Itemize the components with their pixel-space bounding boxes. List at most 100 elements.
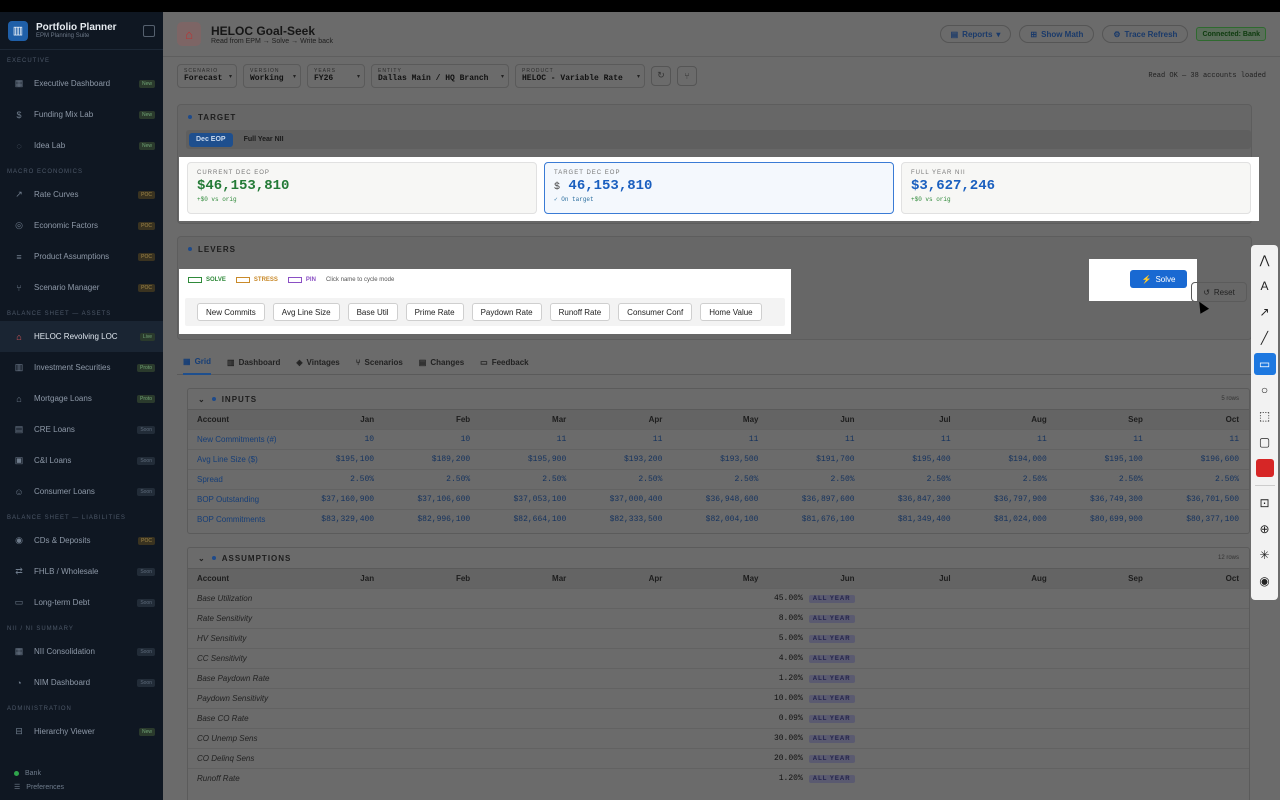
table-cell[interactable]: $80,699,900: [1056, 509, 1153, 530]
reports-button[interactable]: ▤ Reports ▾: [939, 25, 1012, 43]
sidebar-item-long-term-debt[interactable]: ▭ Long-term Debt Soon: [0, 587, 163, 618]
select-icon[interactable]: ⬚: [1254, 405, 1276, 427]
entity-select[interactable]: ENTITY Dallas Main / HQ Branch: [371, 63, 509, 88]
lever-base-util[interactable]: Base Util: [347, 303, 398, 321]
tab-vintages[interactable]: ◈ Vintages: [296, 349, 339, 375]
table-cell[interactable]: 30.00% ALL YEAR: [768, 728, 865, 749]
chevron-down-icon[interactable]: ⌄: [198, 554, 206, 563]
sidebar-item-nim-dashboard[interactable]: ◔ NIM Dashboard Soon: [0, 667, 163, 698]
capture-icon[interactable]: ⊡: [1254, 492, 1276, 514]
sidebar-item-rate-curves[interactable]: ↗ Rate Curves POC: [0, 179, 163, 210]
circle-icon[interactable]: ○: [1254, 379, 1276, 401]
sidebar-item-consumer-loans[interactable]: ☺ Consumer Loans Soon: [0, 476, 163, 507]
callout-icon[interactable]: ▢: [1254, 431, 1276, 453]
text-icon[interactable]: A: [1254, 275, 1276, 297]
lever-avg-line-size[interactable]: Avg Line Size: [272, 303, 340, 321]
chevron-down-icon[interactable]: ⌄: [198, 395, 206, 404]
table-cell[interactable]: $36,797,900: [960, 489, 1057, 510]
table-cell[interactable]: $193,500: [672, 449, 769, 470]
table-cell[interactable]: 11: [672, 429, 769, 450]
table-cell[interactable]: $37,053,100: [480, 489, 577, 510]
table-cell[interactable]: 11: [480, 429, 577, 450]
table-cell[interactable]: 5.00% ALL YEAR: [768, 628, 865, 649]
sidebar-item-executive-dashboard[interactable]: ▦ Executive Dashboard New: [0, 68, 163, 99]
table-cell[interactable]: $82,996,100: [384, 509, 481, 530]
sidebar-item-funding-mix-lab[interactable]: $ Funding Mix Lab New: [0, 99, 163, 130]
table-cell[interactable]: $37,000,400: [576, 489, 673, 510]
lever-prime-rate[interactable]: Prime Rate: [405, 303, 464, 321]
refresh-icon[interactable]: ↻: [651, 65, 671, 86]
sidebar-item-product-assumptions[interactable]: ≡ Product Assumptions POC: [0, 241, 163, 272]
table-cell[interactable]: $36,701,500: [1152, 489, 1249, 510]
table-cell[interactable]: 10.00% ALL YEAR: [768, 688, 865, 709]
target-value-input[interactable]: 46,153,810: [568, 178, 652, 194]
table-cell[interactable]: 11: [768, 429, 865, 450]
tab-scenarios[interactable]: ⑂ Scenarios: [356, 349, 403, 375]
lever-runoff-rate[interactable]: Runoff Rate: [549, 303, 611, 321]
table-cell[interactable]: $195,100: [1056, 449, 1153, 470]
table-cell[interactable]: 45.00% ALL YEAR: [768, 588, 865, 609]
lever-paydown-rate[interactable]: Paydown Rate: [471, 303, 542, 321]
table-cell[interactable]: $82,333,500: [576, 509, 673, 530]
version-select[interactable]: VERSION Working: [243, 63, 301, 88]
sidebar-item-cds-deposits[interactable]: ◉ CDs & Deposits POC: [0, 525, 163, 556]
table-cell[interactable]: 2.50%: [384, 469, 481, 490]
tab-dashboard[interactable]: ▥ Dashboard: [227, 349, 280, 375]
table-cell[interactable]: $37,106,600: [384, 489, 481, 510]
table-cell[interactable]: $80,377,100: [1152, 509, 1249, 530]
show-math-button[interactable]: ⊞ Show Math: [1019, 25, 1095, 43]
sidebar-item-fhlb-wholesale[interactable]: ⇄ FHLB / Wholesale Soon: [0, 556, 163, 587]
sidebar-item-hierarchy-viewer[interactable]: ⊟ Hierarchy Viewer New: [0, 716, 163, 747]
rectangle-icon[interactable]: ▭: [1253, 353, 1276, 375]
table-cell[interactable]: 2.50%: [1056, 469, 1153, 490]
table-cell[interactable]: $37,160,900: [288, 489, 385, 510]
tab-grid[interactable]: ▦ Grid: [183, 349, 212, 375]
table-cell[interactable]: 11: [864, 429, 961, 450]
target-dec-eop-card[interactable]: TARGET DEC EOP $ 46,153,810 ✓ On target: [544, 162, 894, 214]
sidebar-item-mortgage-loans[interactable]: ⌂ Mortgage Loans Proto: [0, 383, 163, 414]
line-icon[interactable]: ╱: [1254, 327, 1276, 349]
table-cell[interactable]: $81,349,400: [864, 509, 961, 530]
preferences-link[interactable]: ☰ Preferences: [14, 780, 149, 794]
table-cell[interactable]: $81,676,100: [768, 509, 865, 530]
sidebar-item-investment-securities[interactable]: ▥ Investment Securities Proto: [0, 352, 163, 383]
table-cell[interactable]: 2.50%: [672, 469, 769, 490]
branch-icon[interactable]: ⑂: [677, 65, 697, 86]
sidebar-item-cre-loans[interactable]: ▤ CRE Loans Soon: [0, 414, 163, 445]
table-cell[interactable]: 2.50%: [576, 469, 673, 490]
years-select[interactable]: YEARS FY26: [307, 63, 365, 88]
lever-home-value[interactable]: Home Value: [700, 303, 762, 321]
table-cell[interactable]: 4.00% ALL YEAR: [768, 648, 865, 669]
scenario-select[interactable]: SCENARIO Forecast: [177, 63, 237, 88]
table-cell[interactable]: $36,749,300: [1056, 489, 1153, 510]
collapse-sidebar-icon[interactable]: [143, 24, 155, 37]
sidebar-item-nii-consolidation[interactable]: ▦ NII Consolidation Soon: [0, 636, 163, 667]
sidebar-item-c-i-loans[interactable]: ▣ C&I Loans Soon: [0, 445, 163, 476]
table-cell[interactable]: $36,948,600: [672, 489, 769, 510]
table-cell[interactable]: $195,900: [480, 449, 577, 470]
sidebar-item-idea-lab[interactable]: ◌ Idea Lab New: [0, 130, 163, 161]
zoom-icon[interactable]: ⊕: [1254, 518, 1276, 540]
table-cell[interactable]: $189,200: [384, 449, 481, 470]
lever-new-commits[interactable]: New Commits: [197, 303, 265, 321]
pen-icon[interactable]: ⋀: [1254, 249, 1276, 271]
table-cell[interactable]: 20.00% ALL YEAR: [768, 748, 865, 769]
table-cell[interactable]: $196,600: [1152, 449, 1249, 470]
table-cell[interactable]: 11: [576, 429, 673, 450]
table-cell[interactable]: 2.50%: [288, 469, 385, 490]
table-cell[interactable]: 8.00% ALL YEAR: [768, 608, 865, 629]
table-cell[interactable]: 2.50%: [480, 469, 577, 490]
tab-feedback[interactable]: ▭ Feedback: [480, 349, 528, 375]
table-cell[interactable]: 11: [1056, 429, 1153, 450]
tab-changes[interactable]: ▤ Changes: [419, 349, 464, 375]
tab-dec-eop[interactable]: Dec EOP: [189, 132, 233, 147]
lever-consumer-conf[interactable]: Consumer Conf: [618, 303, 693, 321]
reset-button[interactable]: ↺ Reset: [1191, 282, 1247, 302]
table-cell[interactable]: 2.50%: [1152, 469, 1249, 490]
table-cell[interactable]: 10: [384, 429, 481, 450]
table-cell[interactable]: $191,700: [768, 449, 865, 470]
table-cell[interactable]: 1.20% ALL YEAR: [768, 768, 865, 789]
product-select[interactable]: PRODUCT HELOC - Variable Rate: [515, 63, 645, 88]
table-cell[interactable]: 2.50%: [960, 469, 1057, 490]
table-cell[interactable]: $82,004,100: [672, 509, 769, 530]
